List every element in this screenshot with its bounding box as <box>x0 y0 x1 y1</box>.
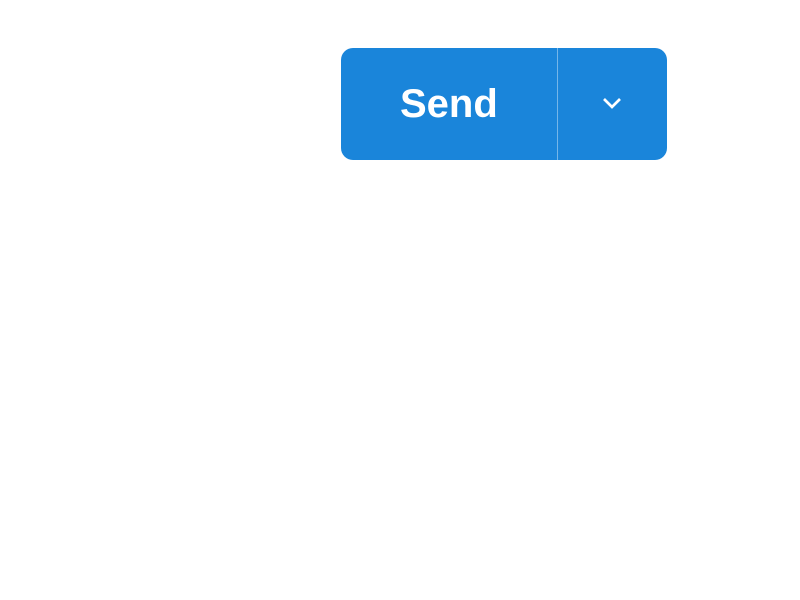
send-button[interactable]: Send <box>341 48 557 160</box>
chevron-down-icon <box>596 87 628 122</box>
send-split-button: Send <box>341 48 667 160</box>
send-dropdown-button[interactable] <box>557 48 667 160</box>
send-button-label: Send <box>400 82 498 127</box>
